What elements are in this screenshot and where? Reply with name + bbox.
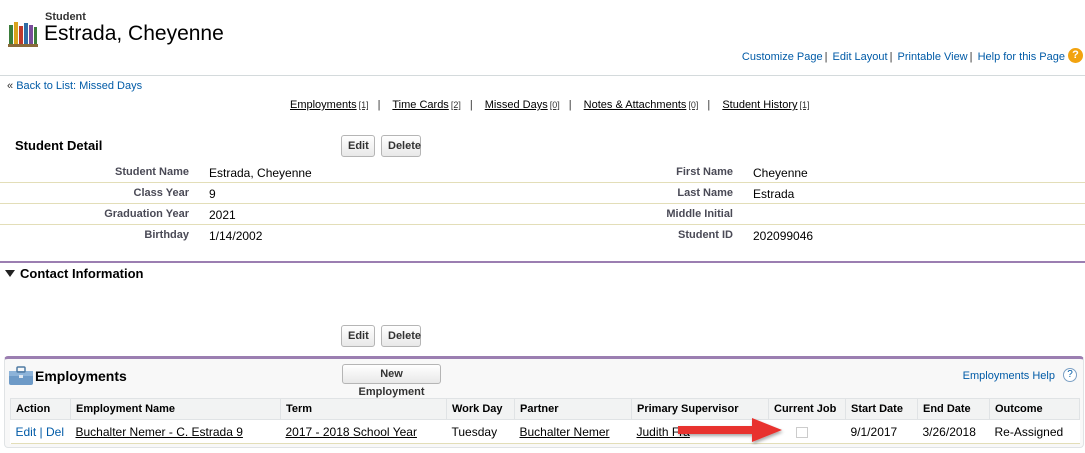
row-edit-link[interactable]: Edit xyxy=(16,425,37,439)
partner-cell: Buchalter Nemer xyxy=(514,419,632,444)
col-term: Term xyxy=(280,398,447,420)
help-question-icon[interactable]: ? xyxy=(1063,368,1077,382)
partner-link[interactable]: Buchalter Nemer xyxy=(520,425,610,439)
field-value-birthday: 1/14/2002 xyxy=(209,229,263,243)
start-date-cell: 9/1/2017 xyxy=(845,419,918,444)
term-link[interactable]: 2017 - 2018 School Year xyxy=(286,425,417,439)
end-date-cell: 3/26/2018 xyxy=(917,419,990,444)
rel-link-count: [0] xyxy=(549,100,560,110)
rel-link-time-cards[interactable]: Time Cards xyxy=(392,99,448,111)
student-detail-title: Student Detail xyxy=(15,138,103,153)
col-employment-name: Employment Name xyxy=(70,398,281,420)
edit-button[interactable]: Edit xyxy=(341,135,375,157)
delete-button[interactable]: Delete xyxy=(381,135,421,157)
edit-button-bottom[interactable]: Edit xyxy=(341,325,375,347)
field-label-graduation-year: Graduation Year xyxy=(104,208,189,220)
help-icon[interactable]: ? xyxy=(1068,48,1083,63)
back-to-list[interactable]: « Back to List: Missed Days xyxy=(7,80,142,92)
briefcase-icon xyxy=(9,366,33,385)
current-job-checkbox xyxy=(795,426,808,438)
record-title: Estrada, Cheyenne xyxy=(44,22,224,45)
outcome-cell: Re-Assigned xyxy=(989,419,1080,444)
header-links: Customize Page | Edit Layout | Printable V… xyxy=(741,51,1065,63)
field-label-class-year: Class Year xyxy=(133,187,189,199)
detail-row: Graduation Year 2021 Middle Initial xyxy=(0,204,1085,225)
delete-button-bottom[interactable]: Delete xyxy=(381,325,421,347)
field-value-student-id: 202099046 xyxy=(753,229,814,243)
detail-row: Birthday 1/14/2002 Student ID 202099046 xyxy=(0,225,1085,246)
field-label-first-name: First Name xyxy=(676,166,733,178)
table-row: Edit | Del Buchalter Nemer - C. Estrada … xyxy=(10,419,1080,444)
rel-link-missed-days[interactable]: Missed Days xyxy=(485,99,548,111)
field-label-birthday: Birthday xyxy=(144,229,189,241)
books-icon xyxy=(8,22,38,47)
field-label-student-id: Student ID xyxy=(678,229,733,241)
rel-link-count: [2] xyxy=(450,100,461,110)
col-action: Action xyxy=(10,398,71,420)
new-employment-button[interactable]: New Employment xyxy=(342,364,441,398)
rel-link-count: [1] xyxy=(799,100,810,110)
annotation-arrow-icon xyxy=(678,418,782,442)
related-list-links: Employments [1] | Time Cards [2] | Missed Da… xyxy=(290,99,810,111)
contact-information-toggle[interactable]: Contact Information xyxy=(5,266,144,281)
employments-help-link[interactable]: Employments Help xyxy=(963,370,1055,382)
employments-title: Employments xyxy=(35,368,127,384)
field-label-last-name: Last Name xyxy=(677,187,733,199)
col-start-date: Start Date xyxy=(845,398,918,420)
printable-view-link[interactable]: Printable View xyxy=(898,51,968,63)
field-value-graduation-year: 2021 xyxy=(209,208,236,222)
col-partner: Partner xyxy=(514,398,632,420)
detail-row: Student Name Estrada, Cheyenne First Nam… xyxy=(0,162,1085,183)
field-value-class-year: 9 xyxy=(209,187,216,201)
rel-link-notes-attachments[interactable]: Notes & Attachments xyxy=(584,99,687,111)
employment-name-cell: Buchalter Nemer - C. Estrada 9 xyxy=(70,419,281,444)
collapse-triangle-icon xyxy=(5,270,15,277)
detail-row: Class Year 9 Last Name Estrada xyxy=(0,183,1085,204)
col-end-date: End Date xyxy=(917,398,990,420)
field-label-student-name: Student Name xyxy=(115,166,189,178)
section-divider xyxy=(0,261,1085,263)
field-value-first-name: Cheyenne xyxy=(753,166,808,180)
work-day-cell: Tuesday xyxy=(446,419,515,444)
detail-fields: Student Name Estrada, Cheyenne First Nam… xyxy=(0,162,1085,246)
field-value-last-name: Estrada xyxy=(753,187,795,201)
field-value-student-name: Estrada, Cheyenne xyxy=(209,166,312,180)
customize-page-link[interactable]: Customize Page xyxy=(742,51,823,63)
rel-link-student-history[interactable]: Student History xyxy=(722,99,797,111)
employment-name-link[interactable]: Buchalter Nemer - C. Estrada 9 xyxy=(76,425,243,439)
back-chevron-icon: « xyxy=(7,80,14,92)
help-for-page-link[interactable]: Help for this Page xyxy=(978,51,1065,63)
row-del-link[interactable]: Del xyxy=(46,425,64,439)
rel-link-count: [0] xyxy=(688,100,699,110)
edit-layout-link[interactable]: Edit Layout xyxy=(833,51,888,63)
action-cell: Edit | Del xyxy=(10,419,71,444)
page-header: Student Estrada, Cheyenne Customize Page… xyxy=(0,0,1085,76)
col-work-day: Work Day xyxy=(446,398,515,420)
employments-related-list: Employments New Employment Employments H… xyxy=(4,356,1084,448)
back-to-list-link[interactable]: Back to List: Missed Days xyxy=(16,80,142,92)
term-cell: 2017 - 2018 School Year xyxy=(280,419,447,444)
col-outcome: Outcome xyxy=(989,398,1080,420)
field-label-middle-initial: Middle Initial xyxy=(666,208,733,220)
rel-link-count: [1] xyxy=(358,100,369,110)
rel-link-employments[interactable]: Employments xyxy=(290,99,357,111)
employments-table: Action Employment Name Term Work Day Par… xyxy=(10,398,1080,444)
contact-information-title: Contact Information xyxy=(20,266,144,281)
